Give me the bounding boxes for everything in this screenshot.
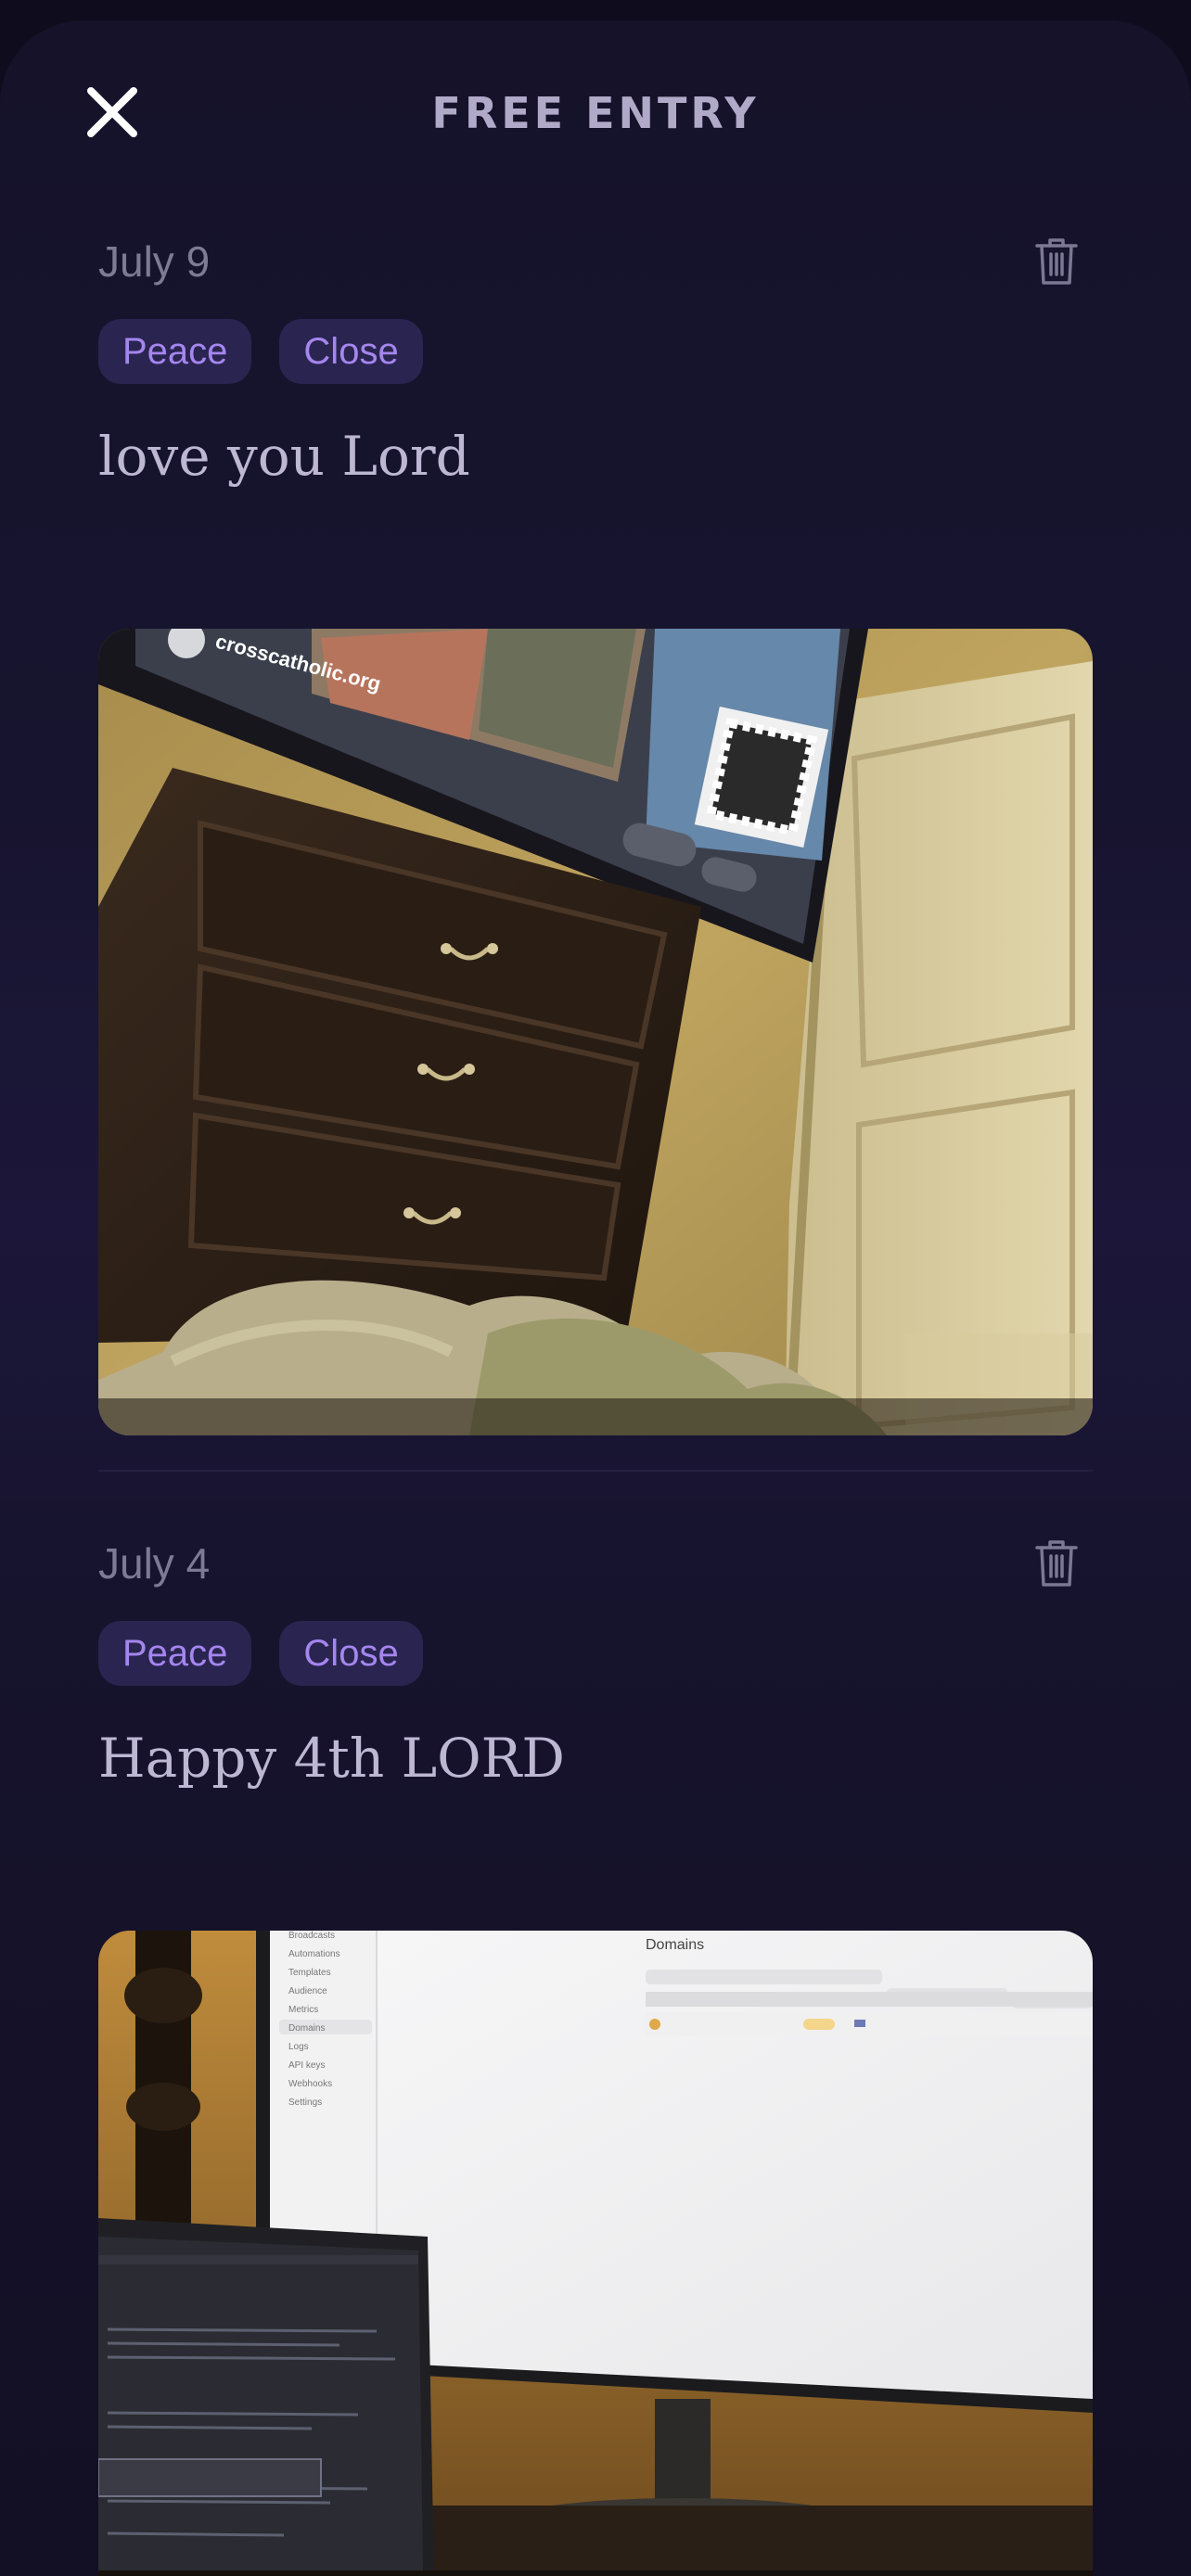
svg-text:API keys: API keys: [288, 2060, 325, 2071]
journal-entry: July 9 Peace Close love you Lord crossca…: [98, 234, 1093, 1439]
page-title: FREE ENTRY: [431, 88, 760, 138]
entry-date: July 9: [98, 237, 211, 286]
tag-list: Peace Close: [98, 1621, 423, 1686]
svg-text:Domains: Domains: [288, 2023, 325, 2034]
entry-text: Happy 4th LORD: [98, 1727, 565, 1790]
trash-icon: [1035, 238, 1078, 285]
trash-icon: [1035, 1540, 1078, 1587]
desk-photo: Broadcasts Automations Templates Audienc…: [98, 1931, 1093, 2576]
delete-entry-button[interactable]: [1033, 236, 1080, 287]
bedroom-photo: crosscatholic.org: [98, 629, 1093, 1435]
svg-text:Templates: Templates: [288, 1968, 331, 1978]
svg-text:Logs: Logs: [288, 2042, 309, 2052]
tag-chip[interactable]: Close: [279, 1621, 423, 1686]
svg-text:Domains: Domains: [646, 1937, 704, 1953]
entry-photo[interactable]: crosscatholic.org: [98, 629, 1093, 1435]
svg-text:Broadcasts: Broadcasts: [288, 1931, 335, 1941]
entry-photo[interactable]: Broadcasts Automations Templates Audienc…: [98, 1931, 1093, 2576]
svg-text:Audience: Audience: [288, 1986, 327, 1996]
header: FREE ENTRY: [0, 20, 1191, 206]
svg-text:Settings: Settings: [288, 2098, 322, 2108]
entry-text: love you Lord: [98, 425, 470, 488]
svg-text:Metrics: Metrics: [288, 2005, 318, 2015]
delete-entry-button[interactable]: [1033, 1537, 1080, 1589]
svg-text:Automations: Automations: [288, 1949, 340, 1959]
tag-chip[interactable]: Close: [279, 319, 423, 384]
svg-text:Webhooks: Webhooks: [288, 2079, 332, 2089]
tag-list: Peace Close: [98, 319, 423, 384]
tag-chip[interactable]: Peace: [98, 319, 252, 384]
tag-chip[interactable]: Peace: [98, 1621, 252, 1686]
entry-sheet: FREE ENTRY July 9 Peace Close love you L…: [0, 20, 1191, 2576]
entry-date: July 4: [98, 1539, 211, 1588]
entry-divider: [98, 1470, 1093, 1472]
journal-entry: July 4 Peace Close Happy 4th LORD Broadc…: [98, 1536, 1093, 2576]
